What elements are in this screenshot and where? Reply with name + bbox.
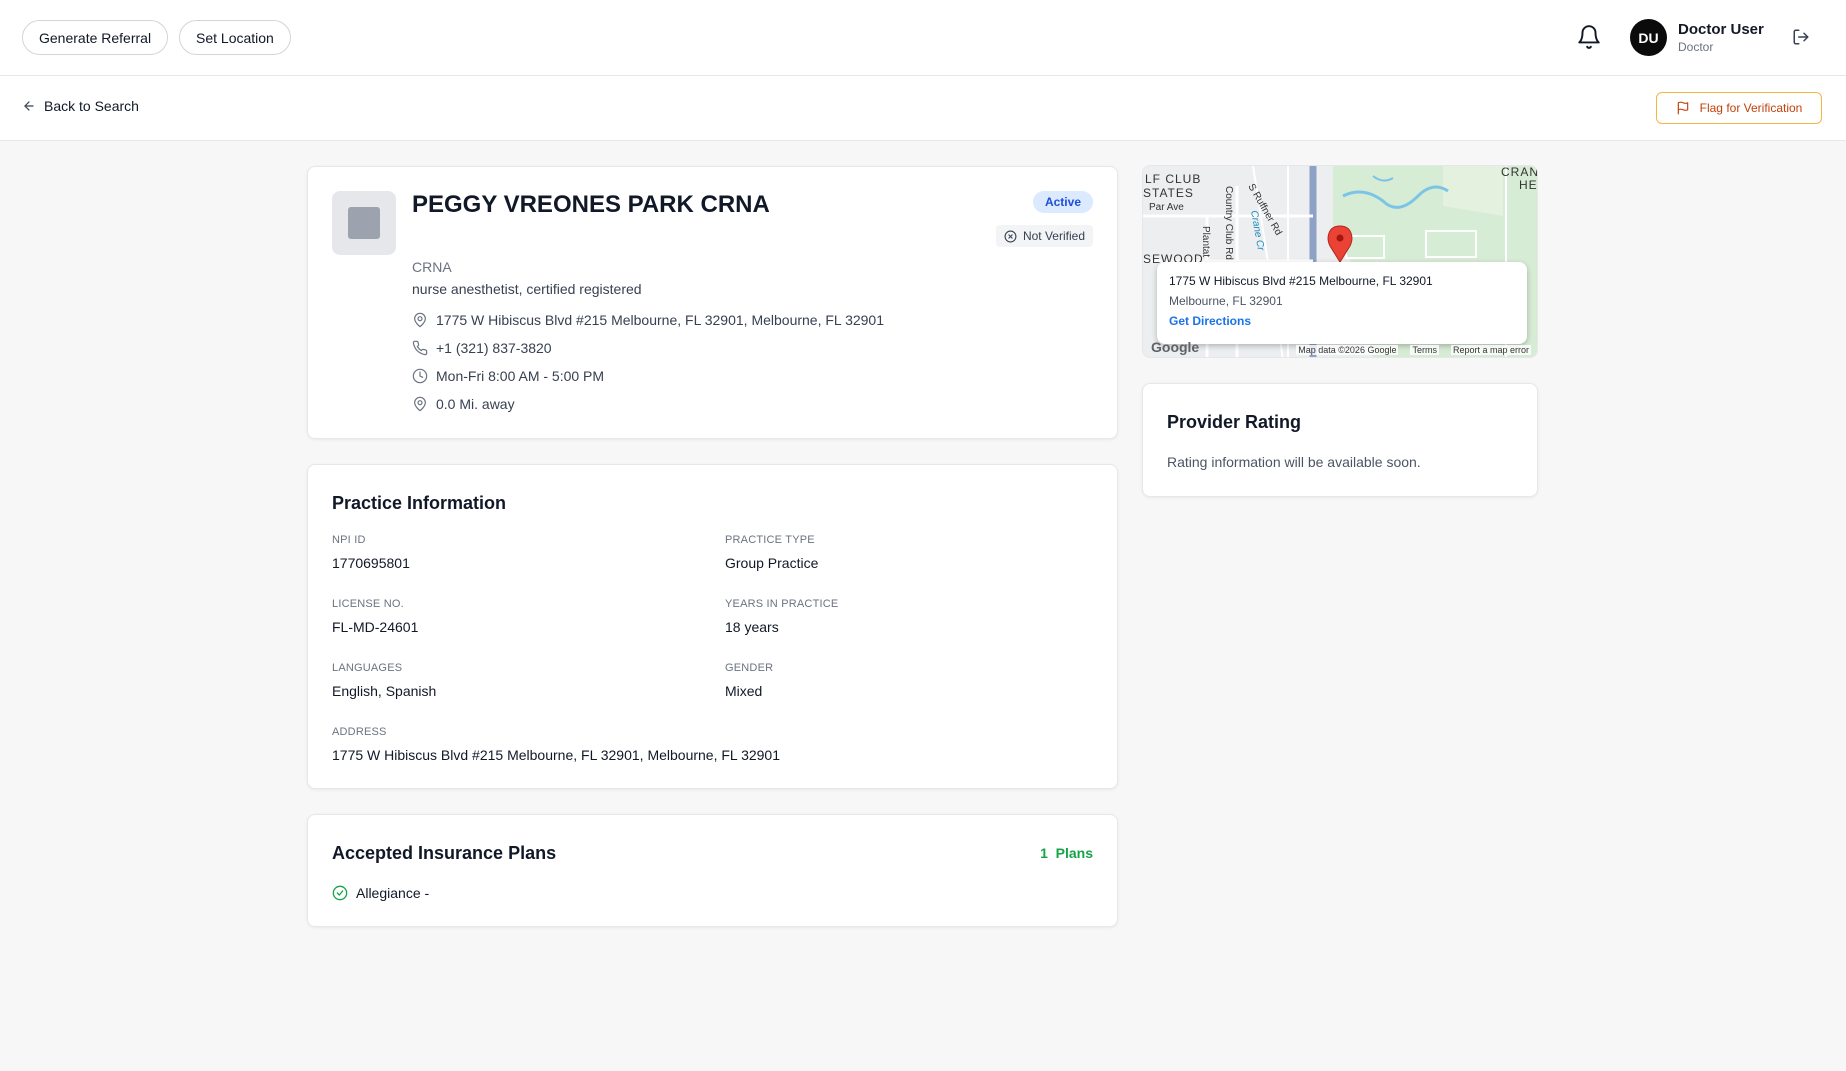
report-map-error-link[interactable]: Report a map error bbox=[1450, 345, 1531, 355]
plans-count-suffix: Plans bbox=[1055, 845, 1093, 861]
status-badge: Active bbox=[1032, 191, 1093, 213]
popup-city: Melbourne, FL 32901 bbox=[1169, 294, 1283, 308]
npi-value: 1770695801 bbox=[332, 555, 410, 571]
gender-value: Mixed bbox=[725, 683, 763, 699]
license-value: FL-MD-24601 bbox=[332, 619, 419, 635]
map-terms-link[interactable]: Terms bbox=[1410, 345, 1439, 355]
list-item: Allegiance - bbox=[332, 885, 429, 901]
logout-icon[interactable] bbox=[1792, 28, 1810, 46]
user-role: Doctor bbox=[1678, 40, 1714, 54]
popup-address: 1775 W Hibiscus Blvd #215 Melbourne, FL … bbox=[1169, 274, 1433, 288]
languages-value: English, Spanish bbox=[332, 683, 437, 699]
provider-distance: 0.0 Mi. away bbox=[436, 396, 515, 412]
years-label: YEARS IN PRACTICE bbox=[725, 598, 839, 610]
rating-title: Provider Rating bbox=[1167, 412, 1302, 432]
get-directions-link[interactable]: Get Directions bbox=[1169, 314, 1251, 328]
bell-icon[interactable] bbox=[1576, 24, 1602, 50]
flag-label: Flag for Verification bbox=[1699, 101, 1803, 115]
set-location-button[interactable]: Set Location bbox=[179, 20, 291, 55]
license-label: LICENSE NO. bbox=[332, 598, 404, 610]
practice-type-label: PRACTICE TYPE bbox=[725, 534, 815, 546]
provider-credential: CRNA bbox=[412, 259, 452, 275]
top-navbar: Generate Referral Set Location DU Doctor… bbox=[0, 0, 1846, 76]
provider-phone-row: +1 (321) 837-3820 bbox=[412, 340, 552, 356]
map-label: Country Club Rd bbox=[1223, 186, 1234, 260]
x-circle-icon bbox=[1004, 230, 1017, 242]
practice-information-card: Practice Information NPI ID 1770695801 P… bbox=[307, 464, 1118, 789]
plan-name: Allegiance - bbox=[356, 885, 430, 901]
address-label: ADDRESS bbox=[332, 726, 387, 738]
provider-photo-placeholder bbox=[332, 191, 396, 255]
provider-phone[interactable]: +1 (321) 837-3820 bbox=[436, 340, 552, 356]
plans-count-badge: 1 Plans bbox=[1040, 845, 1093, 861]
avatar[interactable]: DU bbox=[1630, 19, 1667, 56]
map-label: STATES bbox=[1143, 186, 1194, 200]
provider-rating-card: Provider Rating Rating information will … bbox=[1142, 383, 1538, 497]
insurance-plans-card: Accepted Insurance Plans 1 Plans Allegia… bbox=[307, 814, 1118, 927]
map-pin-icon bbox=[414, 312, 426, 328]
years-value: 18 years bbox=[725, 619, 779, 635]
back-label: Back to Search bbox=[44, 98, 139, 114]
phone-icon bbox=[412, 340, 428, 356]
flag-for-verification-button[interactable]: Flag for Verification bbox=[1656, 92, 1822, 124]
map-label: Plantat bbox=[1200, 226, 1211, 257]
flag-icon bbox=[1677, 101, 1688, 115]
map-data-attribution: Map data ©2026 Google bbox=[1296, 345, 1399, 355]
location-map[interactable]: LF CLUB STATES Par Ave SEWOOD Country Cl… bbox=[1142, 165, 1538, 358]
map-pin-icon bbox=[414, 396, 426, 412]
verification-label: Not Verified bbox=[1022, 229, 1085, 243]
provider-address-row: 1775 W Hibiscus Blvd #215 Melbourne, FL … bbox=[412, 312, 884, 328]
insurance-title: Accepted Insurance Plans bbox=[332, 843, 557, 863]
map-label: HE bbox=[1519, 178, 1538, 192]
verification-badge: Not Verified bbox=[995, 225, 1093, 247]
practice-type-value: Group Practice bbox=[725, 555, 819, 571]
check-circle-icon bbox=[332, 885, 348, 901]
provider-summary-card: PEGGY VREONES PARK CRNA CRNA nurse anest… bbox=[307, 166, 1118, 439]
back-to-search-link[interactable]: Back to Search bbox=[22, 98, 139, 114]
practice-info-title: Practice Information bbox=[332, 493, 507, 513]
provider-name: PEGGY VREONES PARK CRNA bbox=[412, 191, 770, 218]
page-subheader: Back to Search Flag for Verification bbox=[0, 76, 1846, 141]
provider-address: 1775 W Hibiscus Blvd #215 Melbourne, FL … bbox=[436, 312, 885, 328]
gender-label: GENDER bbox=[725, 662, 774, 674]
provider-hours-row: Mon-Fri 8:00 AM - 5:00 PM bbox=[412, 368, 604, 384]
generate-referral-button[interactable]: Generate Referral bbox=[22, 20, 169, 55]
map-label: LF CLUB bbox=[1145, 172, 1201, 186]
languages-label: LANGUAGES bbox=[332, 662, 403, 674]
rating-text: Rating information will be available soo… bbox=[1167, 454, 1421, 470]
address-value: 1775 W Hibiscus Blvd #215 Melbourne, FL … bbox=[332, 747, 781, 763]
plans-count: 1 bbox=[1040, 845, 1048, 861]
provider-hours: Mon-Fri 8:00 AM - 5:00 PM bbox=[436, 368, 605, 384]
clock-icon bbox=[412, 368, 428, 384]
map-label: Par Ave bbox=[1149, 202, 1184, 213]
map-footer: Map data ©2026 Google Terms Report a map… bbox=[1143, 343, 1537, 357]
user-name: Doctor User bbox=[1678, 21, 1764, 38]
provider-distance-row: 0.0 Mi. away bbox=[412, 396, 515, 412]
map-info-window: 1775 W Hibiscus Blvd #215 Melbourne, FL … bbox=[1157, 262, 1527, 344]
arrow-left-icon bbox=[24, 101, 34, 111]
provider-specialty: nurse anesthetist, certified registered bbox=[412, 281, 642, 297]
npi-label: NPI ID bbox=[332, 534, 366, 546]
